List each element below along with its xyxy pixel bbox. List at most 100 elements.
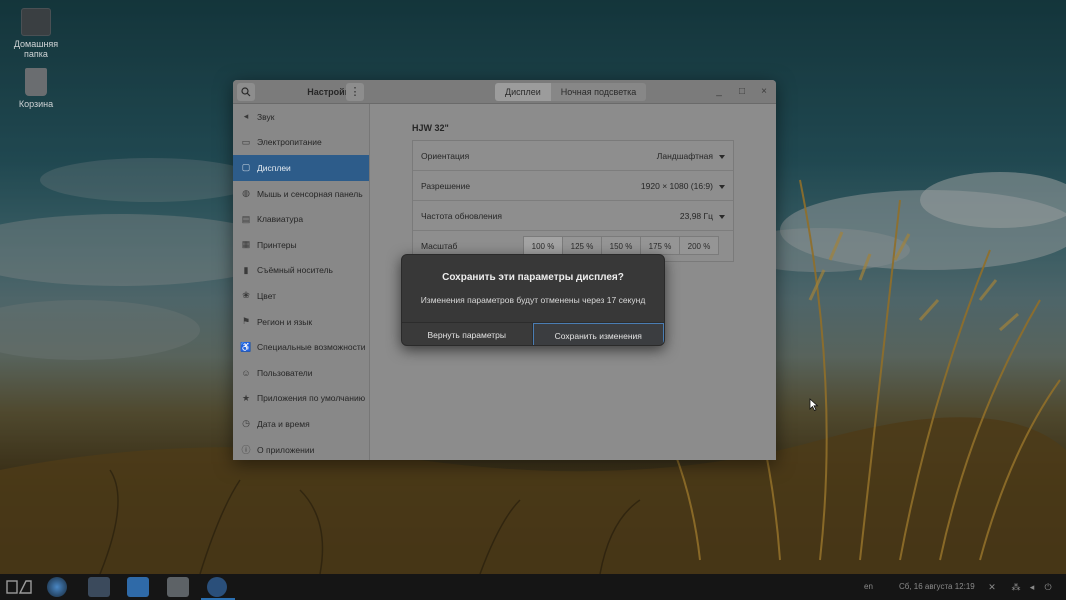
clock-icon: ◷ <box>242 418 250 429</box>
printer-icon: ▦ <box>241 239 251 250</box>
sidebar-item-label: Дисплеи <box>257 162 291 173</box>
desktop-icon-home[interactable]: Домашняя папка <box>11 8 61 59</box>
sidebar-item-power[interactable]: ▭ Электропитание <box>233 130 369 156</box>
desktop-icon-label: Домашняя папка <box>13 39 59 59</box>
region-icon: ⚑ <box>241 316 251 327</box>
chevron-down-icon <box>719 214 725 219</box>
accessibility-icon: ♿ <box>240 341 252 352</box>
color-icon: ❀ <box>242 290 250 301</box>
sidebar-item-color[interactable]: ❀ Цвет <box>233 283 369 309</box>
tab-night-light[interactable]: Ночная подсветка <box>550 83 647 101</box>
sidebar-item-label: Приложения по умолчанию <box>257 393 366 404</box>
speaker-icon: ◂ <box>243 111 249 122</box>
browser-icon[interactable] <box>47 577 67 597</box>
mail-icon[interactable] <box>88 577 110 597</box>
removable-media-icon: ▮ <box>243 264 249 275</box>
refresh-rate-label: Частота обновления <box>421 211 502 221</box>
notifications-off-icon[interactable]: ✕ <box>987 582 997 592</box>
app-store-icon[interactable] <box>167 577 189 597</box>
sidebar-item-printers[interactable]: ▦ Принтеры <box>233 232 369 258</box>
resolution-dropdown[interactable]: 1920 × 1080 (16:9) <box>641 171 725 201</box>
sidebar-item-label: Электропитание <box>257 137 322 148</box>
title-bar: Настройки ⋮ Дисплеи Ночная подсветка _ □… <box>233 80 776 104</box>
sound-icon[interactable]: ◂ <box>1027 582 1037 592</box>
sidebar-item-label: Съёмный носитель <box>257 265 333 276</box>
battery-icon: ▭ <box>241 136 251 147</box>
sidebar-item-label: Мышь и сенсорная панель <box>257 188 363 199</box>
taskbar: en Сб, 16 августа 12:19 ✕ ⁂ ◂ ⏻ <box>0 574 1066 600</box>
search-icon <box>241 87 251 97</box>
network-icon[interactable]: ⁂ <box>1011 582 1021 592</box>
scale-option-175[interactable]: 175 % <box>640 236 680 255</box>
confirm-display-dialog: Сохранить эти параметры дисплея? Изменен… <box>401 254 665 346</box>
display-settings-panel: Ориентация Ландшафтная Разрешение 1920 ×… <box>412 140 734 262</box>
display-icon: ▢ <box>241 162 251 173</box>
minimize-button[interactable]: _ <box>709 80 729 104</box>
sidebar-item-label: Клавиатура <box>257 214 304 225</box>
star-icon: ★ <box>241 392 251 403</box>
start-menu-icon[interactable] <box>6 580 32 594</box>
menu-button[interactable]: ⋮ <box>346 83 364 101</box>
sidebar-item-accessibility[interactable]: ♿ Специальные возможности <box>233 334 369 360</box>
mouse-cursor-icon <box>809 398 819 412</box>
orientation-dropdown[interactable]: Ландшафтная <box>657 141 725 171</box>
power-icon[interactable]: ⏻ <box>1043 582 1053 592</box>
sidebar-item-label: Специальные возможности <box>257 342 366 353</box>
desktop-icon-label: Корзина <box>18 99 54 109</box>
keyboard-icon: ▤ <box>241 213 251 224</box>
close-button[interactable]: × <box>754 80 774 104</box>
trash-icon <box>25 68 47 96</box>
sidebar-item-mouse[interactable]: ◍ Мышь и сенсорная панель <box>233 181 369 207</box>
settings-sidebar: ◂ Звук ▭ Электропитание ▢ Дисплеи ◍ Мышь… <box>233 104 370 460</box>
kebab-menu-icon: ⋮ <box>349 86 361 98</box>
chevron-down-icon <box>719 184 725 189</box>
sidebar-item-label: Пользователи <box>257 367 313 378</box>
refresh-rate-row[interactable]: Частота обновления 23,98 Гц <box>413 201 733 231</box>
keyboard-layout-indicator[interactable]: en <box>864 574 873 600</box>
file-manager-icon[interactable] <box>127 577 149 597</box>
sidebar-item-keyboard[interactable]: ▤ Клавиатура <box>233 206 369 232</box>
sidebar-item-about[interactable]: ⓘ О приложении <box>233 437 369 460</box>
sidebar-item-label: Дата и время <box>257 418 310 429</box>
settings-app-icon[interactable] <box>201 577 235 600</box>
scale-option-200[interactable]: 200 % <box>679 236 719 255</box>
desktop-icon-trash[interactable]: Корзина <box>11 68 61 109</box>
sidebar-item-default-apps[interactable]: ★ Приложения по умолчанию <box>233 386 369 412</box>
orientation-label: Ориентация <box>421 151 470 161</box>
sidebar-item-label: Принтеры <box>257 239 297 250</box>
scale-option-150[interactable]: 150 % <box>601 236 641 255</box>
keep-changes-button[interactable]: Сохранить изменения <box>532 323 664 345</box>
sidebar-item-removable-media[interactable]: ▮ Съёмный носитель <box>233 258 369 284</box>
sidebar-item-label: Регион и язык <box>257 316 313 327</box>
resolution-row[interactable]: Разрешение 1920 × 1080 (16:9) <box>413 171 733 201</box>
info-icon: ⓘ <box>241 445 251 456</box>
revert-settings-button[interactable]: Вернуть параметры <box>402 323 533 345</box>
sidebar-item-region[interactable]: ⚑ Регион и язык <box>233 309 369 335</box>
folder-icon <box>21 8 51 36</box>
sidebar-item-date-time[interactable]: ◷ Дата и время <box>233 411 369 437</box>
orientation-row[interactable]: Ориентация Ландшафтная <box>413 141 733 171</box>
dialog-message: Изменения параметров будут отменены чере… <box>420 295 646 305</box>
chevron-down-icon <box>719 154 725 159</box>
sidebar-item-users[interactable]: ☺ Пользователи <box>233 360 369 386</box>
resolution-value: 1920 × 1080 (16:9) <box>640 181 713 191</box>
refresh-rate-value: 23,98 Гц <box>679 211 713 221</box>
clock[interactable]: Сб, 16 августа 12:19 <box>899 574 975 600</box>
sidebar-item-label: Цвет <box>257 290 277 301</box>
monitor-name: HJW 32" <box>412 123 449 133</box>
maximize-button[interactable]: □ <box>732 80 752 104</box>
sidebar-item-displays[interactable]: ▢ Дисплеи <box>233 155 369 181</box>
users-icon: ☺ <box>241 367 251 378</box>
scale-selector: 100 % 125 % 150 % 175 % 200 % <box>523 236 719 255</box>
mouse-icon: ◍ <box>242 188 250 199</box>
scale-option-125[interactable]: 125 % <box>562 236 602 255</box>
dialog-actions: Вернуть параметры Сохранить изменения <box>402 322 664 345</box>
search-button[interactable] <box>237 83 255 101</box>
refresh-rate-dropdown[interactable]: 23,98 Гц <box>680 201 725 231</box>
scale-option-100[interactable]: 100 % <box>523 236 563 255</box>
tab-displays[interactable]: Дисплеи <box>495 83 551 101</box>
sidebar-item-sound[interactable]: ◂ Звук <box>233 104 369 130</box>
sidebar-item-label: Звук <box>257 111 275 122</box>
orientation-value: Ландшафтная <box>656 151 713 161</box>
tab-bar: Дисплеи Ночная подсветка <box>495 83 647 101</box>
